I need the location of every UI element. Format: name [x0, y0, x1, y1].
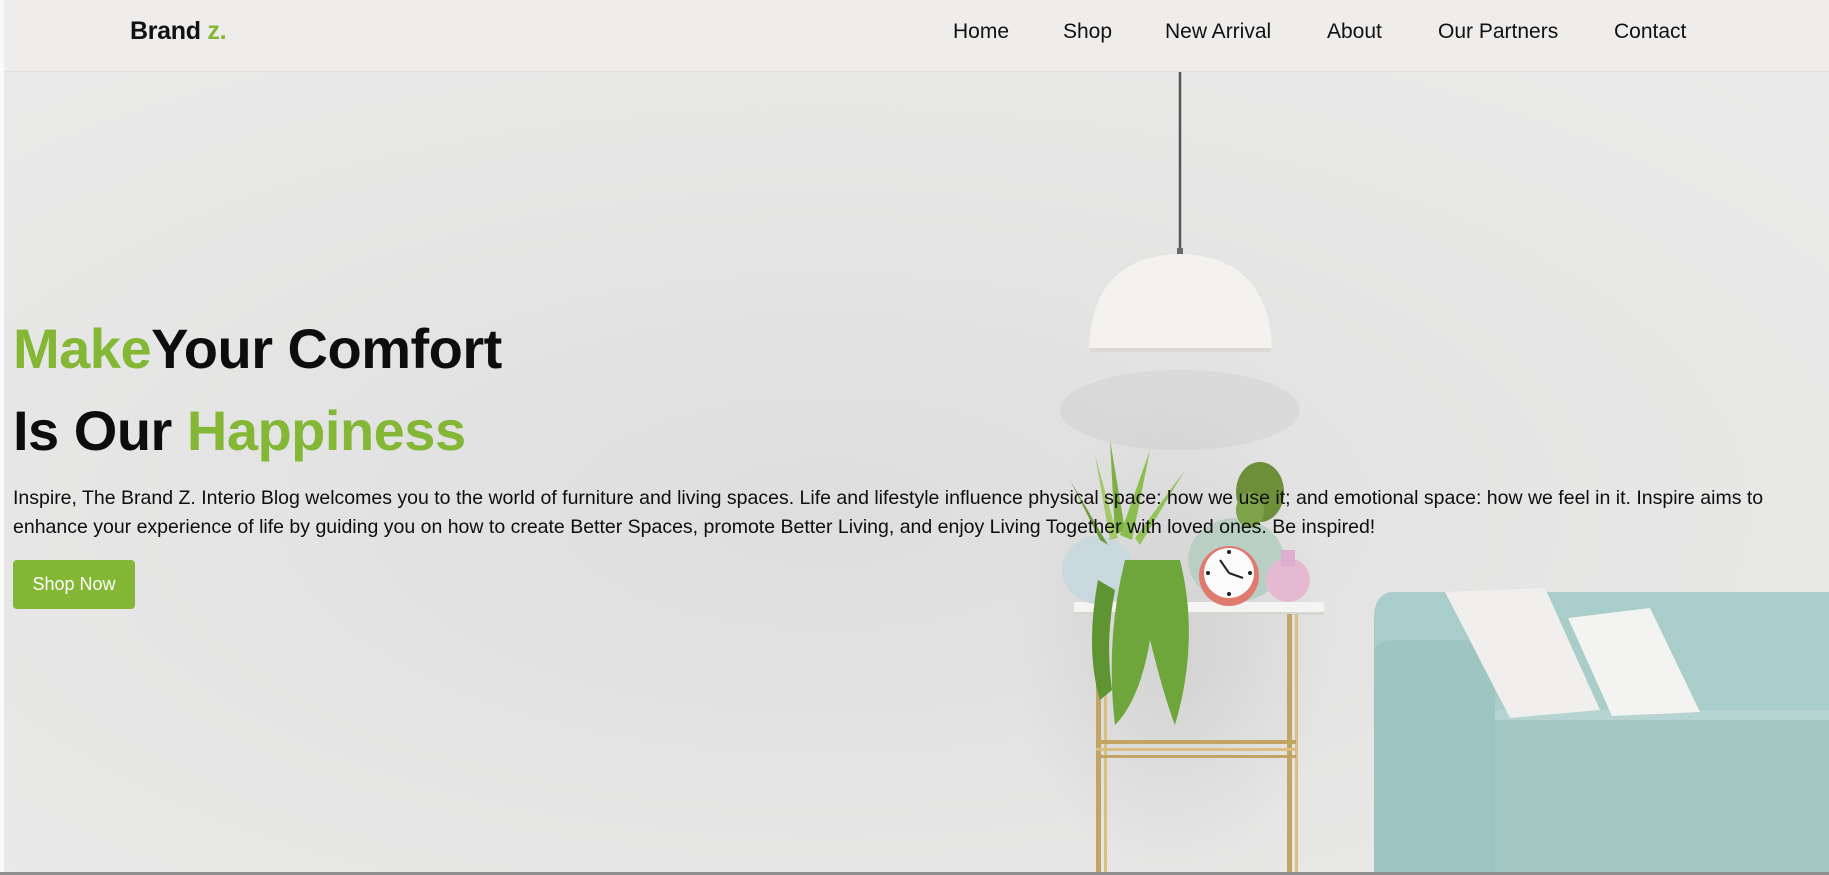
side-table-icon: [1074, 602, 1324, 875]
nav-our-partners[interactable]: Our Partners: [1438, 20, 1558, 44]
pendant-lamp-icon: [1060, 72, 1300, 450]
hero-headline-line2: Is Our Happiness: [13, 398, 466, 463]
hero-description: Inspire, The Brand Z. Interio Blog welco…: [13, 487, 1764, 538]
sofa-icon: [1373, 588, 1829, 875]
nav-contact[interactable]: Contact: [1614, 20, 1686, 44]
nav-new-arrival[interactable]: New Arrival: [1165, 20, 1271, 44]
brand-suffix: z.: [207, 17, 227, 45]
top-navbar: Brand z. Home Shop New Arrival About Our…: [4, 0, 1829, 72]
hero-headline-line1: MakeYour Comfort: [13, 316, 502, 381]
headline-lead: Is Our: [13, 399, 172, 462]
brand-logo[interactable]: Brand z.: [130, 17, 227, 46]
nav-about[interactable]: About: [1327, 20, 1382, 44]
headline-rest: Your Comfort: [151, 317, 502, 380]
clock-icon: [1199, 546, 1259, 606]
nav-shop[interactable]: Shop: [1063, 20, 1112, 44]
shop-now-button[interactable]: Shop Now: [13, 560, 135, 609]
left-edge: [0, 0, 4, 875]
headline-accent-happiness: Happiness: [186, 399, 466, 462]
headline-accent-make: Make: [13, 317, 152, 380]
brand-name: Brand: [130, 17, 201, 45]
page: Brand z. Home Shop New Arrival About Our…: [0, 0, 1829, 875]
nav-home[interactable]: Home: [953, 20, 1009, 44]
